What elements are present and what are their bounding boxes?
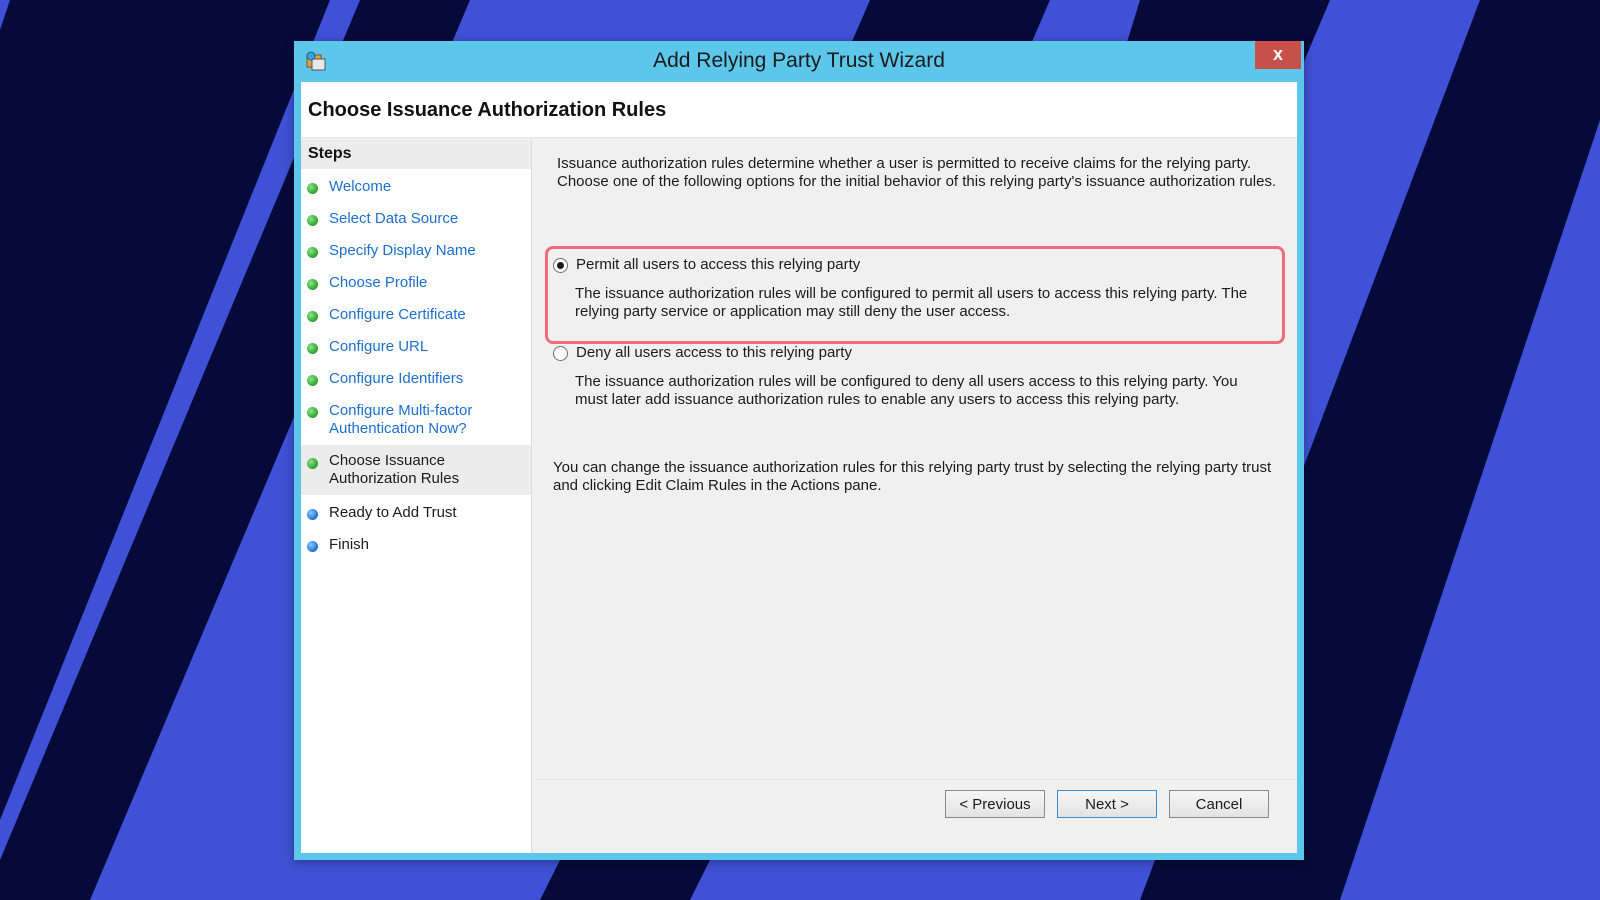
step-done-icon (307, 407, 318, 418)
step-specify-display-name[interactable]: Specify Display Name (301, 235, 531, 267)
step-done-icon (307, 279, 318, 290)
wizard-client-area: Choose Issuance Authorization Rules Step… (301, 82, 1297, 853)
radio-selected-dot (557, 262, 564, 269)
step-done-icon (307, 215, 318, 226)
close-button[interactable]: x (1255, 41, 1301, 69)
permit-all-label[interactable]: Permit all users to access this relying … (576, 256, 860, 273)
step-label: Select Data Source (329, 210, 459, 227)
deny-all-label[interactable]: Deny all users access to this relying pa… (576, 344, 852, 361)
title-bar: Add Relying Party Trust Wizard x (294, 41, 1304, 82)
step-label: Choose Issuance Authorization Rules (329, 452, 460, 487)
cancel-button[interactable]: Cancel (1169, 790, 1269, 818)
step-welcome[interactable]: Welcome (301, 171, 531, 203)
button-bar: < Previous Next > Cancel (537, 779, 1297, 853)
next-button[interactable]: Next > (1057, 790, 1157, 818)
window-title: Add Relying Party Trust Wizard (653, 49, 945, 72)
permit-all-description: The issuance authorization rules will be… (575, 285, 1248, 320)
step-configure-certificate[interactable]: Configure Certificate (301, 299, 531, 331)
deny-all-radio[interactable] (553, 346, 568, 361)
step-configure-mfa[interactable]: Configure Multi-factor Authentication No… (301, 395, 531, 443)
steps-panel: Steps Welcome Select Data Source Specify… (301, 139, 532, 853)
step-label: Finish (329, 536, 370, 553)
step-pending-icon (307, 509, 318, 520)
step-done-icon (307, 458, 318, 469)
step-label: Specify Display Name (329, 242, 476, 259)
step-label: Ready to Add Trust (329, 504, 457, 521)
step-configure-url[interactable]: Configure URL (301, 331, 531, 363)
step-pending-icon (307, 541, 318, 552)
wizard-window: Add Relying Party Trust Wizard x Choose … (294, 41, 1304, 860)
page-title: Choose Issuance Authorization Rules (308, 99, 667, 121)
step-label: Configure URL (329, 338, 429, 355)
step-done-icon (307, 375, 318, 386)
permit-all-radio[interactable] (553, 258, 568, 273)
step-label: Choose Profile (329, 274, 428, 291)
step-label: Configure Multi-factor Authentication No… (329, 402, 473, 437)
step-ready-to-add-trust: Ready to Add Trust (301, 497, 531, 529)
step-label: Configure Identifiers (329, 370, 464, 387)
steps-heading: Steps (308, 145, 352, 162)
step-done-icon (307, 247, 318, 258)
content-panel: Issuance authorization rules determine w… (537, 139, 1297, 853)
step-done-icon (307, 343, 318, 354)
step-done-icon (307, 183, 318, 194)
step-choose-issuance-rules: Choose Issuance Authorization Rules (301, 445, 531, 495)
change-rules-note: You can change the issuance authorizatio… (553, 459, 1272, 494)
step-configure-identifiers[interactable]: Configure Identifiers (301, 363, 531, 395)
step-finish: Finish (301, 529, 531, 561)
step-done-icon (307, 311, 318, 322)
step-choose-profile[interactable]: Choose Profile (301, 267, 531, 299)
intro-text: Issuance authorization rules determine w… (557, 155, 1277, 190)
steps-header: Steps (301, 139, 531, 169)
previous-button[interactable]: < Previous (945, 790, 1045, 818)
step-label: Configure Certificate (329, 306, 466, 323)
step-select-data-source[interactable]: Select Data Source (301, 203, 531, 235)
page-header: Choose Issuance Authorization Rules (301, 82, 1297, 138)
deny-all-description: The issuance authorization rules will be… (575, 373, 1238, 408)
step-label: Welcome (329, 178, 392, 195)
